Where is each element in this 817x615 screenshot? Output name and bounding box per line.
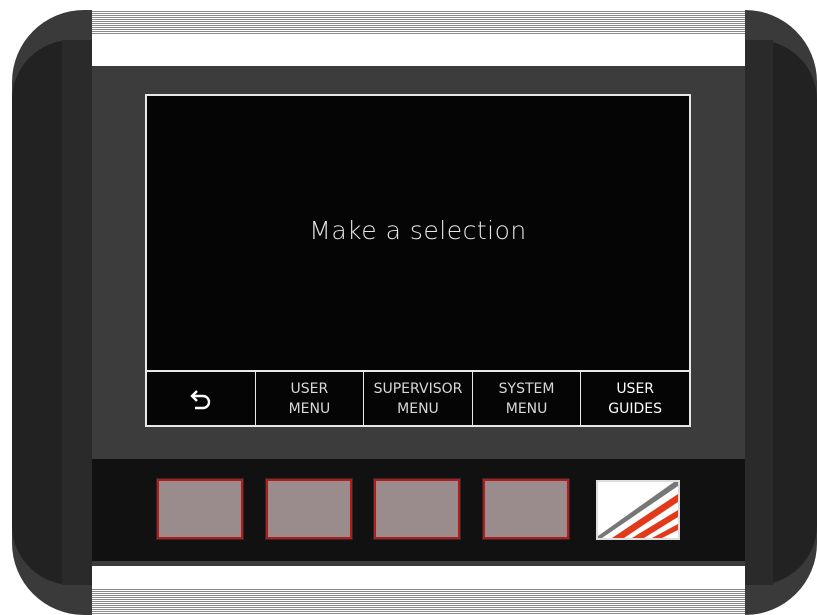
softkey-bar: USER MENU SUPERVISOR MENU SYSTEM MENU US… (147, 370, 689, 425)
softkey-label-line1: USER (290, 380, 329, 397)
back-arrow-icon (190, 389, 210, 409)
hardware-key-1[interactable] (156, 478, 244, 540)
top-rail-ridges (92, 10, 745, 36)
logo-key[interactable] (596, 480, 680, 540)
softkey-label-line2: GUIDES (608, 400, 663, 417)
top-rail (92, 34, 745, 66)
softkey-label-line1: SYSTEM (498, 380, 555, 397)
softkey-user-menu[interactable]: USER MENU (254, 372, 364, 425)
softkey-label-line2: MENU (505, 400, 548, 417)
softkey-label-line1: USER (616, 380, 655, 397)
softkey-label-line1: SUPERVISOR (373, 380, 463, 397)
softkey-label-line2: MENU (397, 400, 439, 417)
device-right-bezel (745, 40, 773, 585)
display-screen: Make a selection USER MENU SUPERVISOR ME… (145, 94, 691, 427)
softkey-user-guides[interactable]: USER GUIDES (580, 372, 689, 425)
hardware-key-3[interactable] (373, 478, 461, 540)
softkey-label-line2: MENU (288, 400, 331, 417)
softkey-supervisor-menu[interactable]: SUPERVISOR MENU (363, 372, 472, 425)
softkey-back[interactable] (147, 372, 255, 425)
hardware-key-4[interactable] (482, 478, 570, 540)
device-left-bezel (62, 40, 92, 585)
bottom-rail (92, 566, 745, 590)
bottom-rail-ridges (92, 588, 745, 615)
selection-prompt: Make a selection (309, 216, 527, 245)
hardware-key-2[interactable] (265, 478, 353, 540)
brand-logo-icon (598, 482, 678, 538)
softkey-system-menu[interactable]: SYSTEM MENU (471, 372, 581, 425)
